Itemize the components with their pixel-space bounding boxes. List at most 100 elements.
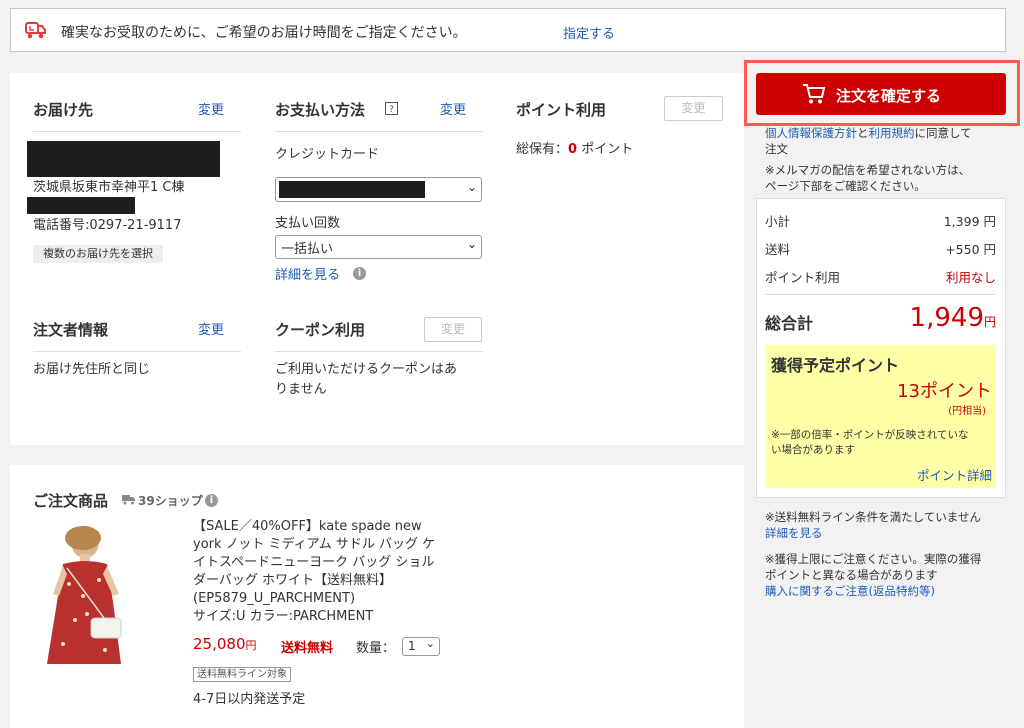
- points-title: ポイント利用: [516, 101, 607, 119]
- points-change-button[interactable]: 変更: [664, 96, 723, 121]
- confirm-order-button[interactable]: 注文を確定する: [756, 73, 1006, 115]
- limit-note: ※獲得上限にご注意ください。実際の獲得 ポイントと異なる場合があります 購入に関…: [765, 551, 981, 599]
- coupon-message-line1: ご利用いただけるクーポンはあ: [275, 362, 458, 377]
- payment-change-link[interactable]: 変更: [440, 99, 466, 118]
- installment-label: 支払い回数: [275, 216, 341, 231]
- earned-note-line2: い場合があります: [771, 444, 855, 456]
- redacted-address-line: [27, 197, 135, 214]
- info-icon[interactable]: i: [205, 494, 218, 507]
- delivery-time-banner: 確実なお受取のために、ご希望のお届け時間をご指定ください。 指定する: [10, 8, 1006, 52]
- redacted-card-number: [279, 181, 425, 198]
- free-shipping-note: ※送料無料ライン条件を満たしていません 詳細を見る: [765, 509, 981, 541]
- product-name-line: ダーバッグ ホワイト【送料無料】: [193, 573, 393, 588]
- info-icon[interactable]: i: [353, 267, 366, 280]
- delivery-title: お届け先: [33, 101, 94, 119]
- points-balance-prefix: 総保有：: [516, 142, 569, 157]
- products-title: ご注文商品: [33, 492, 109, 510]
- divider: [275, 351, 483, 352]
- delivery-address: 茨城県坂東市幸神平1 C棟: [33, 180, 185, 195]
- delivery-phone: 電話番号:0297-21-9117: [33, 218, 182, 233]
- redacted-name: [27, 141, 220, 177]
- returns-policy-link[interactable]: 購入に関するご注意(返品特約等): [765, 584, 935, 598]
- multiple-addresses-button[interactable]: 複数のお届け先を選択: [33, 245, 163, 263]
- help-icon[interactable]: ?: [385, 102, 398, 115]
- chevron-down-icon: ⌄: [466, 180, 477, 194]
- mailmag-line1: ※メルマガの配信を希望されない方は、: [765, 163, 971, 177]
- earned-points-note: ※一部の倍率・ポイントが反映されていな い場合があります: [771, 428, 968, 458]
- quantity-label: 数量：: [356, 641, 396, 656]
- product-image[interactable]: [33, 524, 138, 664]
- truck-icon: [122, 495, 135, 505]
- orderer-title: 注文者情報: [33, 321, 109, 339]
- agreement-and: と: [857, 126, 869, 140]
- delivery-change-link[interactable]: 変更: [198, 99, 224, 118]
- agreement-note: 個人情報保護方針と利用規約に同意して 注文: [765, 125, 1005, 157]
- installment-value: 一括払い: [281, 242, 334, 257]
- truck-icon: [25, 22, 46, 39]
- quantity-select[interactable]: 1 ⌄: [402, 637, 440, 656]
- card-select[interactable]: ⌄: [275, 177, 482, 202]
- payment-title: お支払い方法: [275, 101, 366, 119]
- product-name-line: 【SALE／40%OFF】kate spade new: [193, 519, 422, 534]
- free-shipping-label: 送料無料: [281, 641, 334, 656]
- product-name-line: イトスペードニューヨーク バッグ ショル: [193, 555, 435, 570]
- mailmag-line2: ページ下部をご確認ください。: [765, 179, 926, 193]
- specify-time-link[interactable]: 指定する: [563, 23, 615, 42]
- divider: [765, 294, 996, 295]
- shipping-value: +550 円: [945, 242, 996, 257]
- svg-text:?: ?: [389, 105, 394, 115]
- product-price-value: 25,080: [193, 635, 246, 653]
- points-used-value: 利用なし: [945, 270, 996, 285]
- total-label: 総合計: [765, 314, 814, 333]
- limit-note-line1: ※獲得上限にご注意ください。実際の獲得: [765, 552, 982, 566]
- product-price-unit: 円: [245, 639, 257, 652]
- coupon-title: クーポン利用: [275, 321, 366, 339]
- earned-points-value: 13ポイント: [897, 381, 992, 402]
- earned-points-sub: (円相当): [948, 406, 986, 417]
- shipping-label: 送料: [765, 242, 791, 257]
- payment-method: クレジットカード: [275, 147, 380, 162]
- product-sku: (EP5879_U_PARCHMENT): [193, 591, 356, 606]
- earned-points-title: 獲得予定ポイント: [771, 356, 900, 375]
- mailmag-note: ※メルマガの配信を希望されない方は、 ページ下部をご確認ください。: [765, 162, 970, 194]
- product-variant: サイズ:U カラー:PARCHMENT: [193, 609, 374, 624]
- product-name[interactable]: 【SALE／40%OFF】kate spade new york ノット ミディ…: [193, 518, 483, 626]
- ship-note: 4-7日以内発送予定: [193, 692, 306, 707]
- earned-note-line1: ※一部の倍率・ポイントが反映されていな: [771, 429, 969, 441]
- free-shipping-note-text: ※送料無料ライン条件を満たしていません: [765, 510, 981, 524]
- divider: [275, 131, 483, 132]
- quantity-value: 1: [408, 639, 416, 653]
- privacy-policy-link[interactable]: 個人情報保護方針: [765, 126, 857, 140]
- banner-message: 確実なお受取のために、ご希望のお届け時間をご指定ください。: [61, 25, 467, 41]
- free-shipping-line-tag: 送料無料ライン対象: [193, 667, 291, 682]
- payment-details-link[interactable]: 詳細を見る: [275, 264, 340, 283]
- confirm-order-label: 注文を確定する: [836, 87, 942, 105]
- free-shipping-details-link[interactable]: 詳細を見る: [765, 526, 823, 540]
- cart-icon: [803, 84, 826, 104]
- chevron-down-icon: ⌄: [466, 237, 477, 251]
- subtotal-label: 小計: [765, 214, 791, 229]
- total-unit: 円: [983, 315, 996, 329]
- points-balance: 総保有：0 ポイント: [516, 140, 633, 160]
- points-detail-link[interactable]: ポイント詳細: [917, 465, 992, 484]
- subtotal-value: 1,399 円: [943, 214, 996, 229]
- points-balance-suffix: ポイント: [581, 142, 634, 157]
- agreement-line2: 注文: [765, 142, 788, 156]
- coupon-change-button[interactable]: 変更: [424, 317, 482, 342]
- orderer-value: お届け先住所と同じ: [33, 362, 151, 377]
- divider: [33, 351, 241, 352]
- orderer-change-link[interactable]: 変更: [198, 319, 224, 338]
- product-name-line: york ノット ミディアム サドル バッグ ケ: [193, 537, 436, 552]
- agreement-suffix: に同意して: [914, 126, 972, 140]
- installment-select[interactable]: 一括払い ⌄: [275, 235, 482, 259]
- chevron-down-icon: ⌄: [425, 637, 435, 650]
- points-used-label: ポイント利用: [765, 270, 841, 285]
- terms-link[interactable]: 利用規約: [869, 126, 915, 140]
- limit-note-line2: ポイントと異なる場合があります: [765, 568, 938, 582]
- total-price: 1,949円: [910, 303, 996, 333]
- divider: [33, 131, 241, 132]
- shop-label: 39ショップ: [138, 494, 203, 508]
- total-value: 1,949: [909, 303, 984, 333]
- coupon-message-line2: りません: [275, 382, 327, 397]
- points-balance-value: 0: [568, 142, 578, 157]
